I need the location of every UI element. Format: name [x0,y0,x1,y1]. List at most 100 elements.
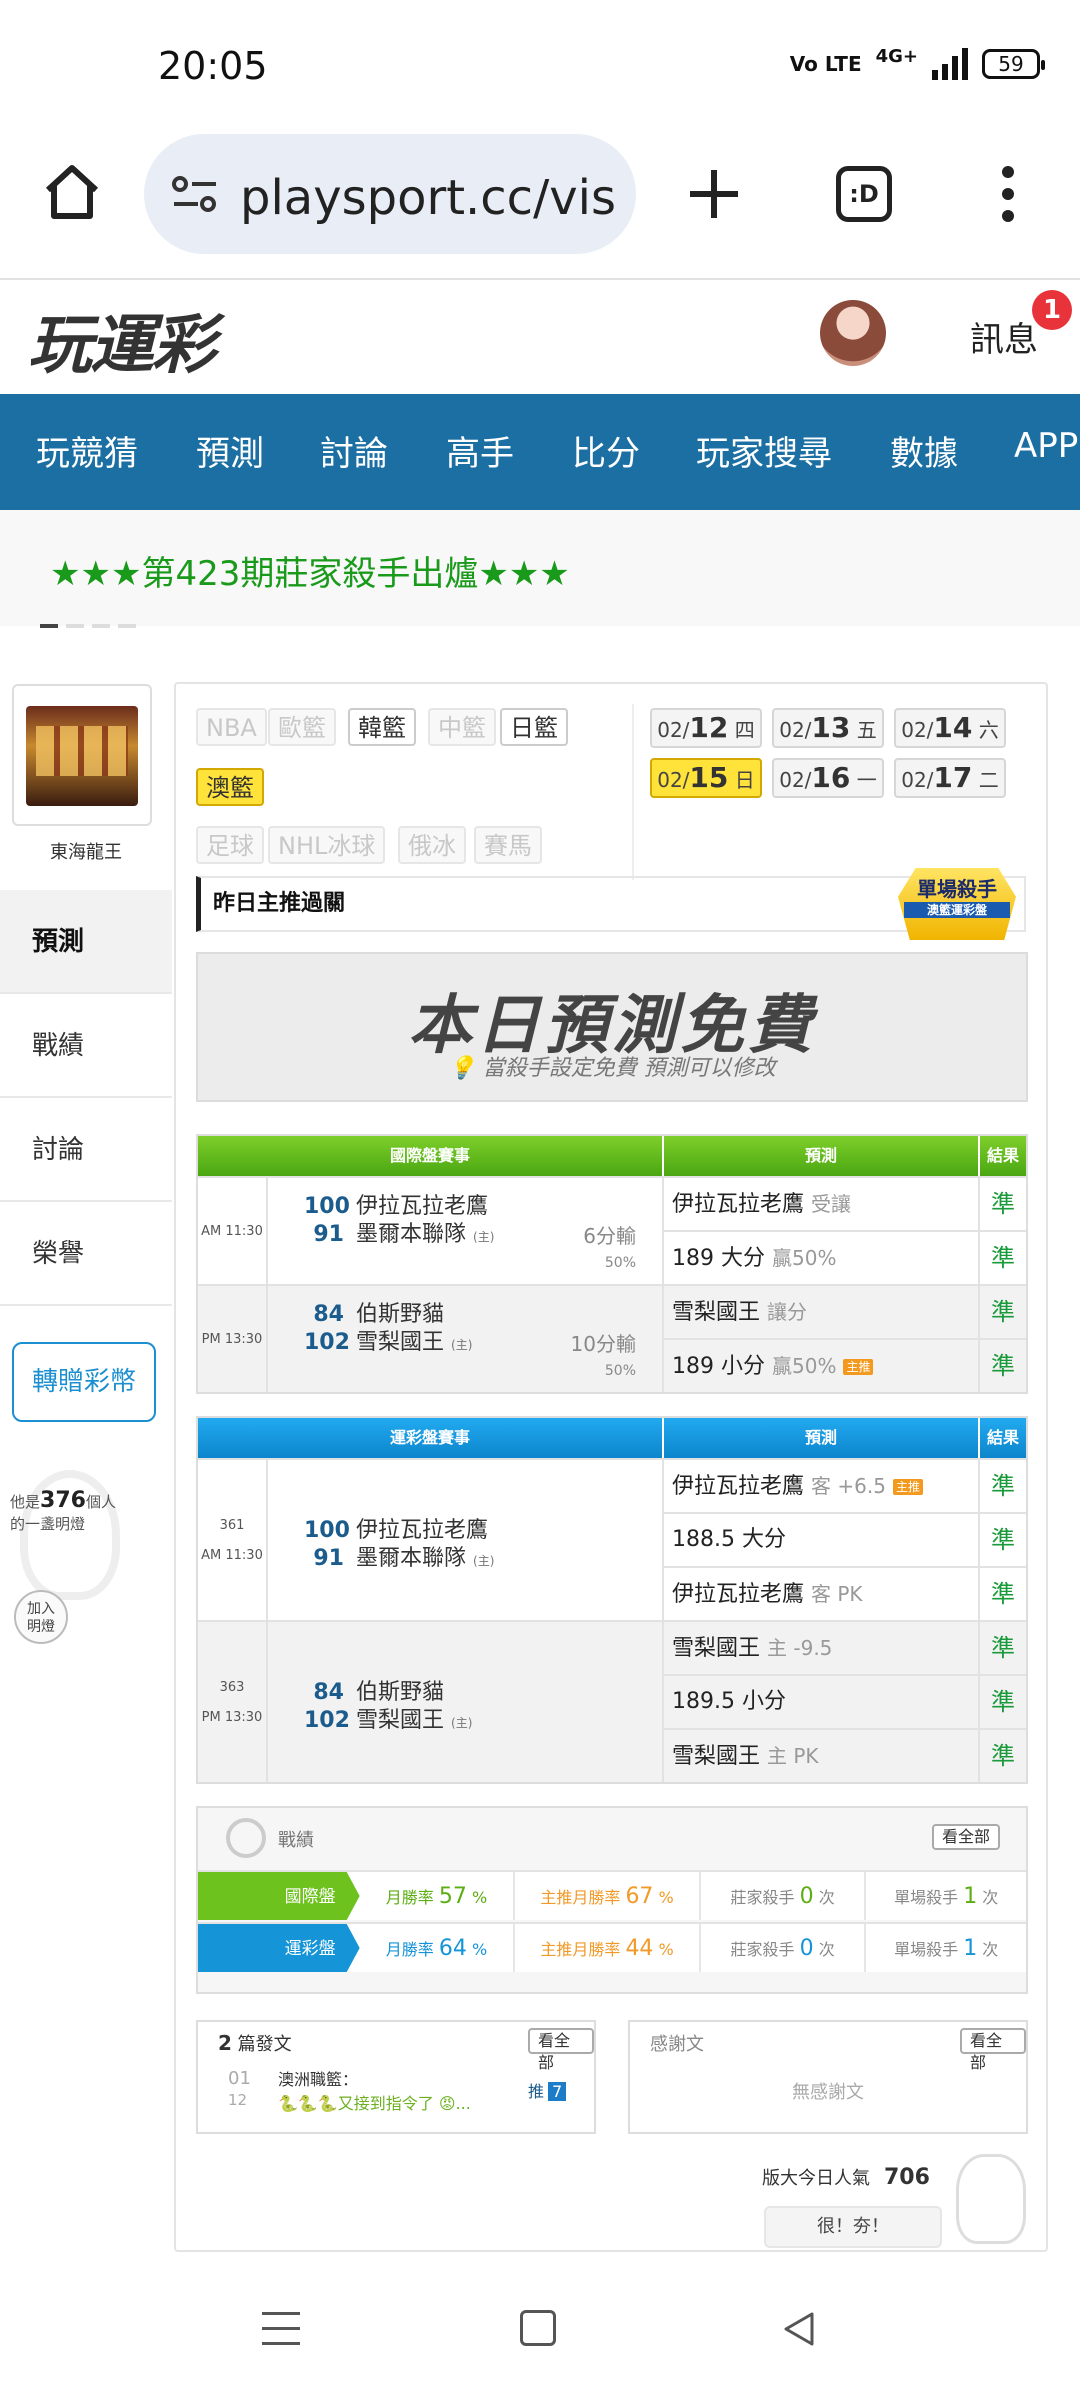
site-settings-icon[interactable] [170,174,220,214]
nav-item-data[interactable]: 數據 [890,426,958,475]
result-cell: 準 準 [980,1178,1026,1284]
network-type: 4G+ [875,45,918,67]
announcement-banner[interactable]: ★★★第423期莊家殺手出爐★★★ [0,510,1080,626]
nav-item-player-search[interactable]: 玩家搜尋 [696,426,832,475]
site-header: 玩運彩 訊息 1 [0,282,1080,394]
nav-item-scores[interactable]: 比分 [572,426,640,475]
sport-tag-korea-basketball[interactable]: 韓籃 [348,708,416,746]
main-pick-tag: 主推 [892,1479,923,1495]
recent-apps-icon[interactable] [262,2312,300,2357]
nav-item-guess[interactable]: 玩競猜 [36,426,138,475]
date-button-0216[interactable]: 02/16 一 [772,758,884,798]
prediction-cell: 伊拉瓦拉老鷹 客 +6.5 主推 188.5 大分 伊拉瓦拉老鷹 客 PK [664,1460,980,1620]
table-row: AM 11:30 100 伊拉瓦拉老鷹 91 墨爾本聯隊 (主) 6分輸 50% 伊… [198,1176,1026,1284]
divider [632,704,634,880]
game-teams: 84 伯斯野貓 102 雪梨國王 (主) 10分輸 50% [268,1286,664,1392]
nav-item-app[interactable]: APP [1014,426,1078,466]
game-time: 363 PM 13:30 [198,1622,268,1782]
game-time: PM 13:30 [198,1286,268,1392]
announcement-text[interactable]: ★★★第423期莊家殺手出爐★★★ [50,546,570,595]
popularity-value: 706 [884,2165,930,2190]
status-icons: Vo LTE 4G+ 59 [789,45,1045,80]
profile-tab-honor[interactable]: 榮譽 [0,1202,172,1306]
home-icon[interactable] [40,160,104,224]
table-row: 361 AM 11:30 100 伊拉瓦拉老鷹 91 墨爾本聯隊 (主) 伊拉瓦拉老鷹… [198,1458,1026,1620]
nav-item-experts[interactable]: 高手 [446,426,514,475]
system-home-icon[interactable] [520,2310,556,2346]
battery-icon: 59 [982,49,1045,79]
record-row-international: 國際盤 月勝率 57 % 主推月勝率 67 % 莊家殺手 0 次 單場殺手 1 … [198,1870,1026,1920]
posts-see-all-button[interactable]: 看全部 [528,2028,594,2072]
international-predictions-table: 國際盤賽事 預測 結果 AM 11:30 100 伊拉瓦拉老鷹 91 墨爾本聯隊 (… [196,1134,1028,1394]
user-name[interactable]: 東海龍王 [0,838,172,864]
record-see-all-button[interactable]: 看全部 [932,1824,1001,1850]
sport-tag-euro-basketball[interactable]: 歐籃 [268,708,336,746]
nav-item-predict[interactable]: 預測 [196,426,264,475]
result-cell: 準 準 準 [980,1460,1026,1620]
great-button[interactable]: 很！夯！ [764,2206,942,2248]
browser-toolbar: playsport.cc/visit :D [0,120,1080,280]
lamp-count: 376 [40,1488,86,1513]
profile-tab-record[interactable]: 戰績 [0,994,172,1098]
sport-tag-soccer[interactable]: 足球 [196,826,264,864]
tab-switcher-button[interactable]: :D [836,166,892,222]
new-tab-icon[interactable] [684,164,744,224]
url-text[interactable]: playsport.cc/visit [240,170,620,226]
posts-box: 2 篇發文 看全部 01 12 澳洲職籃： 🐍🐍🐍又接到指令了 😡... 推7 [196,2020,596,2134]
address-bar[interactable]: playsport.cc/visit [144,134,636,254]
more-menu-icon[interactable] [996,166,1020,226]
transfer-coins-button[interactable]: 轉贈彩幣 [12,1342,156,1422]
user-avatar[interactable] [820,300,886,366]
back-icon[interactable] [780,2310,816,2348]
free-prediction-banner: 本日預測免費 💡 當殺手設定免費 預測可以修改 [196,952,1028,1102]
target-icon [226,1818,266,1858]
thanks-see-all-button[interactable]: 看全部 [960,2028,1026,2072]
prediction-cell: 伊拉瓦拉老鷹 受讓 189 大分 贏50% [664,1178,980,1284]
mascot-icon [956,2154,1026,2244]
date-button-0217[interactable]: 02/17 二 [894,758,1006,798]
table-row: PM 13:30 84 伯斯野貓 102 雪梨國王 (主) 10分輸 50% 雪梨國… [198,1284,1026,1392]
date-button-0213[interactable]: 02/13 五 [772,708,884,748]
sport-tag-china-basketball[interactable]: 中籃 [428,708,496,746]
record-title: 戰績 [278,1830,314,1851]
profile-tab-discuss[interactable]: 討論 [0,1098,172,1202]
game-teams: 100 伊拉瓦拉老鷹 91 墨爾本聯隊 (主) 6分輸 50% [268,1178,664,1284]
sport-tag-russia-hockey[interactable]: 俄冰 [398,826,466,864]
popularity: 版大今日人氣 706 [762,2165,930,2190]
record-row-lottery: 運彩盤 月勝率 64 % 主推月勝率 44 % 莊家殺手 0 次 單場殺手 1 … [198,1922,1026,1972]
site-logo[interactable]: 玩運彩 [28,294,216,386]
profile-sidebar: 東海龍王 預測 戰績 討論 榮譽 轉贈彩幣 他是376個人 的一盞明燈 加入 明燈 [0,680,172,2280]
date-button-0214[interactable]: 02/14 六 [894,708,1006,748]
main-nav: 玩競猜 預測 討論 高手 比分 玩家搜尋 數據 APP [0,394,1080,510]
table-row: 363 PM 13:30 84 伯斯野貓 102 雪梨國王 (主) 雪梨國王 主 -9… [198,1620,1026,1782]
date-button-0212[interactable]: 02/12 四 [650,708,762,748]
sport-tag-horse-racing[interactable]: 賽馬 [474,826,542,864]
prediction-cell: 雪梨國王 主 -9.5 189.5 小分 雪梨國王 主 PK [664,1622,980,1782]
date-button-0215[interactable]: 02/15 日 [650,758,762,798]
game-time: AM 11:30 [198,1178,268,1284]
nav-item-discuss[interactable]: 討論 [320,426,388,475]
profile-tab-predict[interactable]: 預測 [0,890,172,994]
user-profile-image[interactable] [12,684,152,826]
game-teams: 100 伊拉瓦拉老鷹 91 墨爾本聯隊 (主) [268,1460,664,1620]
result-cell: 準 準 準 [980,1622,1026,1782]
sport-tag-nba[interactable]: NBA [196,708,267,746]
join-lamp-button[interactable]: 加入 明燈 [14,1590,68,1644]
prediction-panel: NBA 歐籃 韓籃 中籃 日籃 澳籃 足球 NHL冰球 俄冰 賽馬 02/12 … [174,682,1048,2252]
main-pick-tag: 主推 [843,1359,874,1375]
free-banner-subtitle: 💡 當殺手設定免費 預測可以修改 [448,1056,776,1081]
messages-link[interactable]: 訊息 [970,312,1038,361]
game-teams: 84 伯斯野貓 102 雪梨國王 (主) [268,1622,664,1782]
profile-menu: 預測 戰績 討論 榮譽 [0,890,172,1306]
volte-icon: Vo LTE [789,52,862,76]
sport-tag-nhl[interactable]: NHL冰球 [268,826,386,864]
lottery-predictions-table: 運彩盤賽事 預測 結果 361 AM 11:30 100 伊拉瓦拉老鷹 91 墨爾本聯… [196,1416,1028,1784]
thanks-empty-text: 無感謝文 [792,2082,864,2103]
record-summary: 戰績 看全部 國際盤 月勝率 57 % 主推月勝率 67 % 莊家殺手 0 次 … [196,1806,1028,1994]
sport-tag-australia-basketball[interactable]: 澳籃 [196,768,264,806]
sport-tag-japan-basketball[interactable]: 日籃 [500,708,568,746]
table-header: 國際盤賽事 預測 結果 [198,1136,1026,1176]
post-item[interactable]: 澳洲職籃： 🐍🐍🐍又接到指令了 😡... [278,2068,471,2116]
posts-title: 2 篇發文 [218,2031,292,2055]
carousel-dots [40,624,136,628]
